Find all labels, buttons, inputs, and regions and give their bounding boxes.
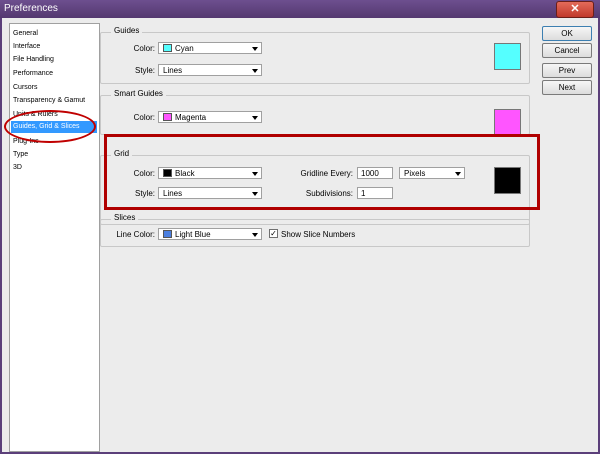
- chevron-down-icon: [252, 69, 258, 73]
- grid-highlight-box: [104, 134, 540, 210]
- nav-item-performance[interactable]: Performance: [13, 68, 53, 80]
- smart-guides-color-swatch[interactable]: [494, 109, 521, 136]
- close-icon: ✕: [570, 3, 580, 15]
- next-button[interactable]: Next: [542, 80, 592, 95]
- ok-button[interactable]: OK: [542, 26, 592, 41]
- slice-line-color-select[interactable]: Light Blue: [158, 228, 262, 240]
- nav-item-general[interactable]: General: [13, 28, 38, 40]
- guides-group: Guides Color: Cyan Style: Lines: [100, 26, 530, 84]
- guides-style-label: Style:: [134, 66, 155, 75]
- show-slice-numbers-checkbox[interactable]: ✓: [269, 229, 278, 238]
- nav-item-file-handling[interactable]: File Handling: [13, 54, 54, 66]
- magenta-swatch-icon: [163, 113, 172, 121]
- nav-highlight-ellipse: [4, 110, 96, 143]
- preferences-window: Preferences ✕ General Interface File Han…: [0, 0, 600, 454]
- slice-line-color-label: Line Color:: [116, 230, 155, 239]
- chevron-down-icon: [252, 116, 258, 120]
- window-title: Preferences: [4, 3, 58, 14]
- chevron-down-icon: [252, 47, 258, 51]
- smart-guides-color-label: Color:: [133, 113, 155, 122]
- nav-item-cursors[interactable]: Cursors: [13, 82, 38, 94]
- guides-style-value: Lines: [163, 66, 183, 75]
- guides-color-label: Color:: [133, 44, 155, 53]
- slice-line-color-value: Light Blue: [175, 230, 211, 239]
- cancel-button[interactable]: Cancel: [542, 43, 592, 58]
- close-button[interactable]: ✕: [556, 1, 594, 18]
- smart-guides-group: Smart Guides Color: Magenta: [100, 89, 530, 136]
- guides-style-select[interactable]: Lines: [158, 64, 262, 76]
- prev-button[interactable]: Prev: [542, 63, 592, 78]
- category-list: General Interface File Handling Performa…: [9, 23, 100, 452]
- check-icon: ✓: [270, 229, 277, 238]
- slices-group: Slices Line Color: Light Blue ✓ Show Sli…: [100, 213, 530, 247]
- guides-color-select[interactable]: Cyan: [158, 42, 262, 54]
- smart-guides-color-value: Magenta: [175, 113, 207, 122]
- cyan-swatch-icon: [163, 44, 172, 52]
- guides-color-value: Cyan: [175, 44, 194, 53]
- guides-color-swatch[interactable]: [494, 43, 521, 70]
- show-slice-numbers-label: Show Slice Numbers: [281, 230, 356, 239]
- slices-legend: Slices: [111, 213, 139, 222]
- nav-item-interface[interactable]: Interface: [13, 41, 40, 53]
- dialog-client: General Interface File Handling Performa…: [2, 18, 598, 452]
- smart-guides-legend: Smart Guides: [111, 89, 166, 98]
- smart-guides-color-select[interactable]: Magenta: [158, 111, 262, 123]
- chevron-down-icon: [252, 233, 258, 237]
- guides-legend: Guides: [111, 26, 143, 35]
- light-blue-swatch-icon: [163, 230, 172, 238]
- nav-item-transparency-gamut[interactable]: Transparency & Gamut: [13, 95, 85, 107]
- title-bar[interactable]: Preferences ✕: [0, 0, 600, 18]
- nav-item-type[interactable]: Type: [13, 149, 28, 161]
- nav-item-3d[interactable]: 3D: [13, 162, 22, 174]
